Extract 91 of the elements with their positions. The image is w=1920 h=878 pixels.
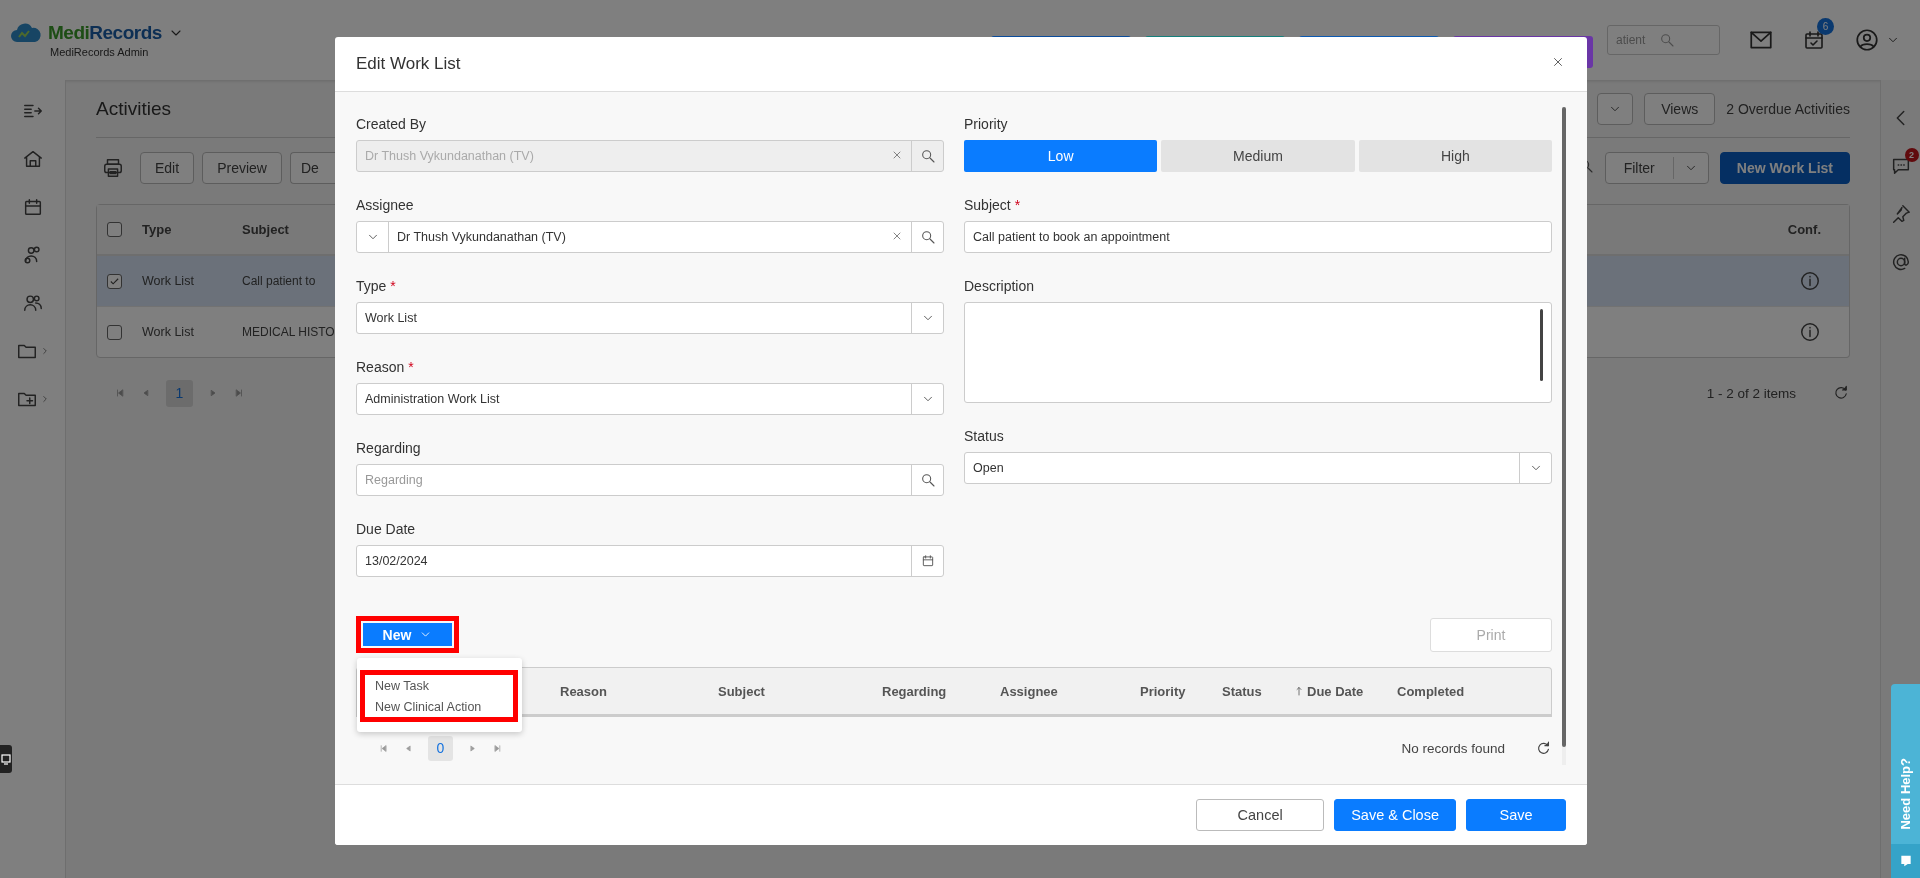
table-cell-text: Work List	[142, 325, 195, 339]
filter-button[interactable]: Filter	[1604, 152, 1709, 184]
close-icon[interactable]	[1551, 55, 1565, 69]
printer-icon[interactable]	[102, 157, 124, 179]
field-label: Regarding	[356, 440, 421, 456]
side-tab[interactable]	[0, 745, 12, 773]
last-page-icon[interactable]	[492, 742, 503, 754]
first-page-icon[interactable]	[114, 387, 126, 399]
toolbar-button[interactable]: Edit	[140, 152, 195, 184]
field-label: Status	[964, 428, 1004, 444]
dropdown-field[interactable]: Open	[964, 452, 1552, 484]
field-label: Assignee	[356, 197, 414, 213]
column-header: Subject	[242, 222, 289, 237]
required-mark: *	[390, 278, 396, 294]
field-label: Type	[356, 278, 387, 294]
column-header[interactable]: Priority	[1140, 683, 1222, 699]
notification-badge: 2	[1904, 148, 1919, 162]
column-header: Type	[142, 222, 173, 237]
new-work-list-button[interactable]: New Work List	[1719, 152, 1850, 184]
checkmark-icon	[109, 275, 120, 287]
search-field[interactable]: Regarding	[356, 464, 944, 496]
last-page-icon[interactable]	[233, 387, 245, 399]
logo[interactable]: MediRecords MediRecords Admin	[0, 22, 210, 58]
priority-option[interactable]: Low	[964, 140, 1158, 172]
checkbox[interactable]	[107, 324, 122, 340]
new-button[interactable]: New	[363, 623, 452, 646]
pager-summary: 1 - 2 of 2 items	[1706, 385, 1796, 401]
column-header[interactable]: Reason	[560, 683, 718, 699]
refresh-icon[interactable]	[1535, 739, 1552, 757]
field-label: Reason	[356, 359, 405, 375]
dropdown-field[interactable]: Administration Work List	[356, 383, 944, 415]
column-header: Conf.	[1787, 222, 1821, 237]
user-icon[interactable]	[1854, 27, 1880, 53]
save-button[interactable]: Save	[1466, 799, 1566, 831]
info-icon[interactable]	[1799, 321, 1821, 343]
menu-item[interactable]: New Task	[375, 678, 513, 693]
speech-bubble-icon	[1898, 854, 1913, 868]
scrollbar[interactable]	[1540, 309, 1543, 381]
search-icon[interactable]	[919, 472, 936, 488]
field-label: Created By	[356, 116, 427, 132]
field-label: Priority	[964, 116, 1008, 132]
views-button[interactable]: Views	[1644, 92, 1716, 125]
cloud-logo-icon	[10, 22, 42, 44]
priority-option[interactable]: Medium	[1161, 140, 1355, 172]
table-cell: Call patient to	[242, 274, 316, 288]
checkbox[interactable]	[107, 222, 122, 237]
column-header[interactable]: Status	[1222, 683, 1293, 699]
column-header[interactable]: Assignee	[1000, 683, 1140, 699]
organisation-name: MediRecords Admin	[50, 46, 150, 58]
help-tab[interactable]: Need Help?	[1891, 684, 1920, 878]
page-button[interactable]: 0	[428, 735, 453, 761]
toolbar-button[interactable]: Preview	[202, 152, 282, 184]
page-title: Activities	[96, 97, 171, 120]
home-icon[interactable]	[21, 148, 44, 170]
dialog-title: Edit Work List	[356, 54, 461, 74]
column-header[interactable]: Regarding	[882, 683, 1000, 699]
table-cell-text: Work List	[142, 274, 195, 288]
notification-badge: 6	[1817, 18, 1834, 35]
sort-arrow-icon	[1293, 685, 1305, 697]
save-button[interactable]: Save & Close	[1334, 799, 1456, 831]
priority-option[interactable]: High	[1358, 140, 1552, 172]
checkbox[interactable]	[107, 273, 122, 289]
date-field[interactable]: 13/02/2024	[356, 545, 944, 577]
scrollbar[interactable]	[1562, 107, 1566, 747]
menu-item[interactable]: New Clinical Action	[375, 699, 513, 714]
column-header[interactable]: Subject	[718, 683, 882, 699]
search-icon[interactable]	[919, 229, 936, 245]
empty-message: No records found	[1401, 740, 1505, 756]
info-icon[interactable]	[1799, 270, 1821, 292]
input-field[interactable]: Call patient to book an appointment	[964, 221, 1552, 253]
lookup-field[interactable]: Dr Thush Vykundanathan (TV)	[356, 221, 944, 253]
dropdown-field[interactable]: Work List	[356, 302, 944, 334]
field-label: Subject	[964, 197, 1011, 213]
calendar-icon[interactable]	[1802, 28, 1826, 52]
column-header[interactable]: Completed	[1397, 683, 1551, 699]
column-header[interactable]: Due Date	[1293, 683, 1397, 699]
table-cell: MEDICAL HISTO	[242, 325, 335, 339]
field-label: Due Date	[356, 521, 416, 537]
refresh-icon[interactable]	[1832, 384, 1850, 402]
required-mark: *	[408, 359, 414, 375]
table-row[interactable]: Work List MEDICAL HISTO	[97, 307, 335, 357]
cancel-button[interactable]: Cancel	[1196, 799, 1325, 831]
field-label: Description	[964, 278, 1035, 294]
first-page-icon[interactable]	[378, 742, 389, 754]
calendar-icon[interactable]	[920, 554, 935, 568]
toolbar-button[interactable]: De	[289, 152, 335, 184]
brand-name: MediRecords	[48, 22, 162, 44]
users-icon[interactable]	[21, 292, 44, 314]
overdue-count: 2 Overdue Activities	[1726, 100, 1850, 117]
table-row[interactable]: Work List Call patient to	[97, 256, 335, 307]
required-mark: *	[1014, 197, 1021, 213]
